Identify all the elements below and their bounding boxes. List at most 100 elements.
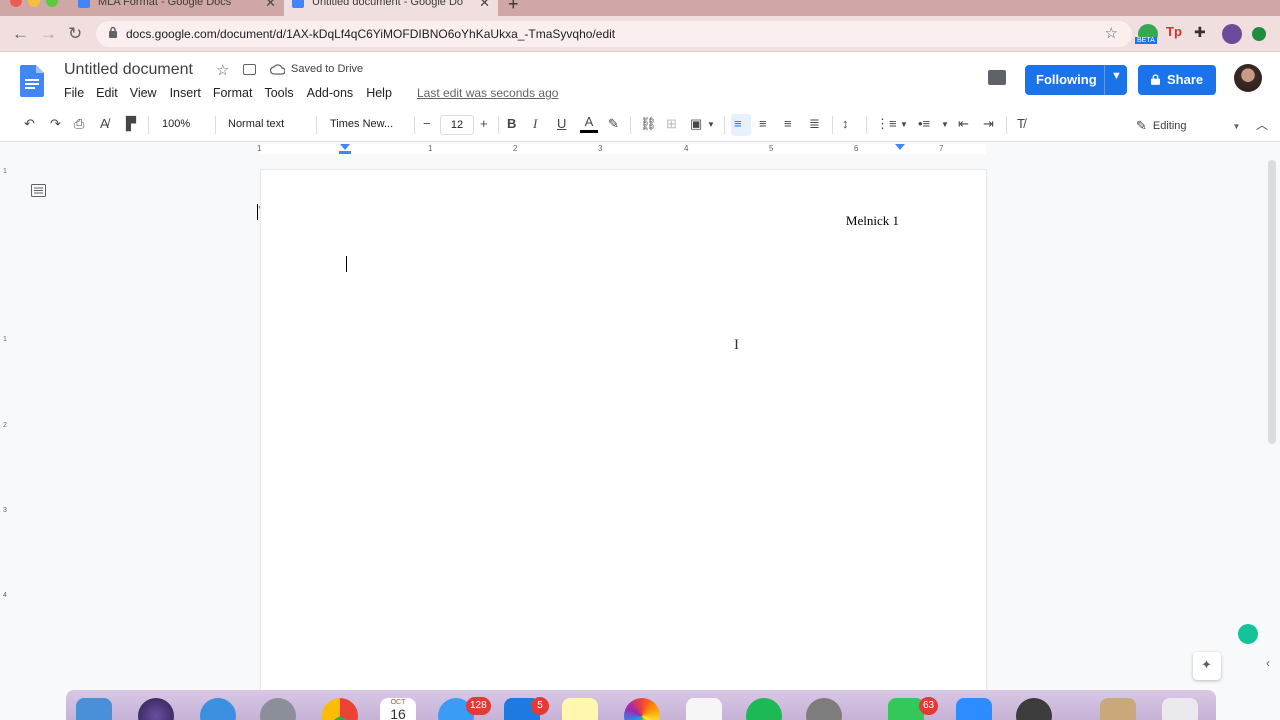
share-label: Share: [1167, 72, 1204, 87]
google-docs-logo-icon[interactable]: [20, 65, 44, 97]
browser-tab-untitled[interactable]: Untitled document - Google Do ✕: [284, 0, 498, 16]
zoom-icon[interactable]: [956, 698, 992, 720]
italic-button[interactable]: I: [533, 116, 537, 132]
chrome-icon[interactable]: [322, 698, 358, 720]
menu-insert[interactable]: Insert: [170, 86, 201, 100]
following-button[interactable]: Following ▼: [1025, 65, 1127, 95]
clear-formatting-icon[interactable]: T̸: [1017, 116, 1025, 131]
chevron-down-icon[interactable]: ▼: [941, 120, 949, 129]
menu-help[interactable]: Help: [366, 86, 392, 100]
text-color-button[interactable]: A: [580, 114, 598, 133]
editing-mode-select[interactable]: ✎ Editing ▼: [1136, 118, 1240, 134]
decrease-font-size-button[interactable]: −: [423, 116, 431, 131]
spotify-icon[interactable]: [746, 698, 782, 720]
menu-add-ons[interactable]: Add-ons: [307, 86, 354, 100]
highlight-color-icon[interactable]: ✎: [608, 116, 619, 132]
align-right-icon[interactable]: ≡: [784, 116, 792, 131]
underline-button[interactable]: U: [557, 116, 566, 131]
move-to-folder-icon[interactable]: [243, 64, 256, 75]
increase-indent-icon[interactable]: ⇥: [983, 116, 994, 132]
toolbar-divider: [1006, 116, 1007, 134]
explore-icon: ✦: [1201, 657, 1212, 672]
spellcheck-icon[interactable]: A̸: [100, 116, 109, 131]
launchpad-icon[interactable]: [260, 698, 296, 720]
paragraph-style-select[interactable]: Normal text ▼: [228, 118, 329, 220]
menu-format[interactable]: Format: [213, 86, 253, 100]
redo-icon[interactable]: ↷: [50, 116, 61, 132]
bulleted-list-icon[interactable]: •≡: [918, 116, 930, 131]
new-tab-icon[interactable]: +: [508, 0, 519, 15]
url-text: docs.google.com/document/d/1AX-kDqLf4qC6…: [126, 27, 616, 41]
left-indent-marker[interactable]: [340, 144, 350, 150]
reload-icon[interactable]: ↻: [68, 24, 82, 44]
music-icon[interactable]: [686, 698, 722, 720]
menu-view[interactable]: View: [130, 86, 157, 100]
explore-button[interactable]: ✦: [1193, 652, 1221, 680]
last-edit-link[interactable]: Last edit was seconds ago: [417, 86, 558, 100]
account-avatar[interactable]: [1234, 64, 1262, 92]
tp-extension-icon[interactable]: Tp: [1166, 24, 1186, 44]
back-icon[interactable]: ←: [12, 24, 29, 44]
first-line-indent-marker[interactable]: [339, 151, 351, 154]
print-icon[interactable]: ⎙: [74, 116, 84, 132]
star-icon[interactable]: ☆: [216, 61, 229, 79]
menu-file[interactable]: File: [64, 86, 84, 100]
right-indent-marker[interactable]: [895, 144, 905, 150]
grammarly-icon[interactable]: [1238, 624, 1258, 644]
menu-edit[interactable]: Edit: [96, 86, 118, 100]
calendar-icon[interactable]: OCT 16: [380, 698, 416, 720]
address-bar[interactable]: docs.google.com/document/d/1AX-kDqLf4qC6…: [96, 21, 1132, 47]
chevron-down-icon[interactable]: ▼: [707, 120, 715, 129]
line-spacing-icon[interactable]: ↕: [842, 116, 849, 131]
undo-icon[interactable]: ↶: [24, 116, 35, 132]
photos-icon[interactable]: [624, 698, 660, 720]
align-center-icon[interactable]: ≡: [759, 116, 767, 131]
collapse-menus-icon[interactable]: ︿: [1256, 116, 1268, 133]
app-icon[interactable]: [1016, 698, 1052, 720]
close-tab-icon[interactable]: ✕: [265, 0, 276, 11]
menu-tools[interactable]: Tools: [264, 86, 293, 100]
insert-link-icon[interactable]: ⛓: [640, 116, 657, 132]
side-panel-toggle-icon[interactable]: ‹: [1266, 656, 1270, 670]
trash-icon[interactable]: [1162, 698, 1198, 720]
forward-icon[interactable]: →: [40, 24, 57, 44]
finder-icon[interactable]: [76, 698, 112, 720]
document-outline-icon[interactable]: [31, 184, 46, 197]
share-button[interactable]: Share: [1138, 65, 1216, 95]
siri-icon[interactable]: [138, 698, 174, 720]
numbered-list-icon[interactable]: ⋮≡: [876, 116, 897, 132]
align-left-icon[interactable]: ≡: [734, 116, 742, 131]
document-page[interactable]: Melnick 1: [261, 170, 986, 690]
bookmark-star-icon[interactable]: ☆: [1105, 24, 1118, 42]
vertical-ruler-number: 3: [3, 507, 7, 514]
notes-icon[interactable]: [562, 698, 598, 720]
system-preferences-icon[interactable]: [806, 698, 842, 720]
zoom-select[interactable]: 100% ▼: [162, 118, 265, 220]
add-comment-icon[interactable]: ⊞: [666, 116, 677, 132]
chevron-down-icon[interactable]: ▼: [1111, 70, 1122, 82]
insert-image-icon[interactable]: ▣: [690, 116, 702, 132]
ruler-track: [260, 144, 986, 154]
puzzle-extension-icon[interactable]: ✚: [1194, 24, 1214, 44]
folder-stack-icon[interactable]: [1100, 698, 1136, 720]
profile-extension-icon[interactable]: [1222, 24, 1242, 44]
paint-format-icon[interactable]: ▛: [126, 116, 136, 132]
increase-font-size-button[interactable]: +: [480, 116, 488, 131]
vertical-scrollbar[interactable]: [1268, 160, 1276, 444]
page-header-text[interactable]: Melnick 1: [846, 213, 899, 229]
justify-icon[interactable]: ≣: [809, 116, 820, 132]
browser-tab-mla-format[interactable]: MLA Format - Google Docs ✕: [70, 0, 284, 16]
bold-button[interactable]: B: [507, 116, 516, 131]
maximize-window-icon[interactable]: [46, 0, 58, 7]
close-window-icon[interactable]: [10, 0, 22, 7]
close-tab-icon[interactable]: ✕: [479, 0, 490, 11]
font-select[interactable]: Times New... ▼: [330, 118, 427, 220]
minimize-window-icon[interactable]: [28, 0, 40, 7]
decrease-indent-icon[interactable]: ⇤: [958, 116, 969, 132]
safari-icon[interactable]: [200, 698, 236, 720]
comment-history-icon[interactable]: [988, 70, 1006, 85]
update-icon[interactable]: [1252, 27, 1266, 41]
document-title[interactable]: Untitled document: [64, 61, 193, 79]
font-size-input[interactable]: 12: [440, 115, 474, 135]
chevron-down-icon[interactable]: ▼: [900, 120, 908, 129]
